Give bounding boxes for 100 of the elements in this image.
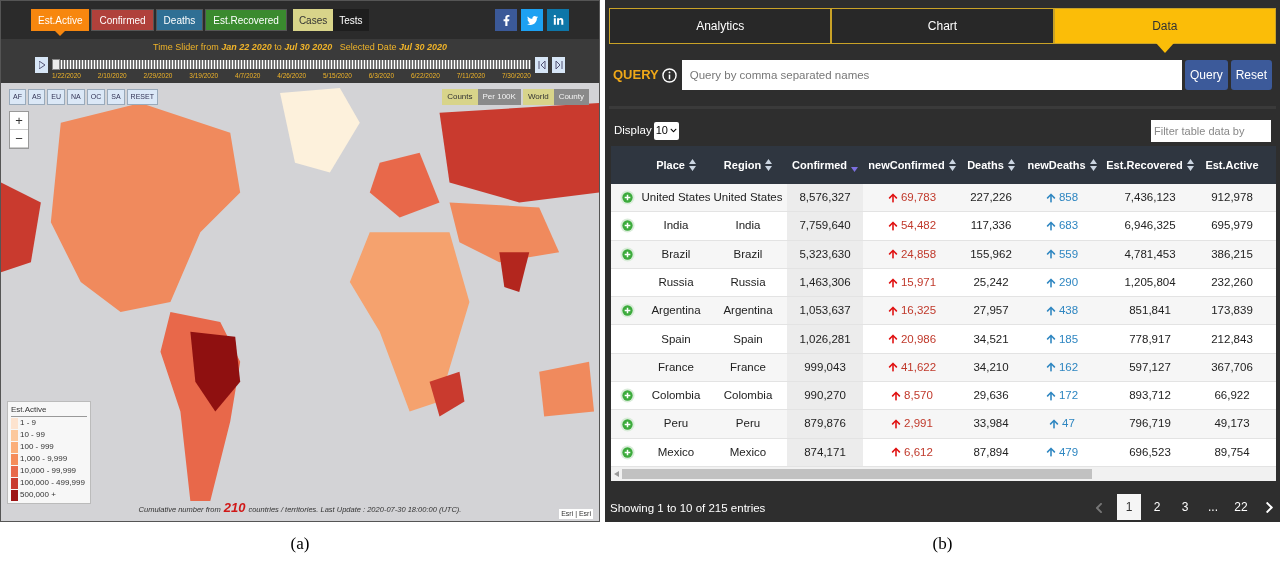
expand-icon[interactable] — [619, 303, 635, 319]
sort-icon[interactable] — [1089, 159, 1097, 171]
play-button[interactable] — [35, 56, 48, 73]
table-cell-text: 1,463,306 — [799, 274, 851, 290]
table-cell-text: 24,858 — [900, 246, 937, 262]
table-cell-text: 16,325 — [900, 303, 937, 319]
table-cell-text: 20,986 — [900, 331, 937, 347]
column-header[interactable]: Region — [723, 156, 762, 174]
toggle-option[interactable]: Counts — [442, 89, 478, 105]
table-cell-text: France — [658, 359, 694, 375]
page-button[interactable]: 1 — [1117, 494, 1141, 520]
column-header[interactable]: Est.Active — [1205, 156, 1259, 174]
table-cell-text: 172 — [1058, 388, 1079, 404]
step-back-icon — [537, 60, 546, 69]
table-cell-text: Brazil — [661, 246, 691, 262]
page-button[interactable]: ... — [1201, 494, 1225, 520]
query-button[interactable]: Query — [1184, 60, 1228, 90]
table-cell-text: India — [663, 218, 689, 234]
table-cell-text: 7,759,640 — [799, 218, 851, 234]
type-tab[interactable]: Tests — [333, 9, 369, 31]
column-header[interactable]: Confirmed — [792, 156, 847, 174]
facebook-icon[interactable] — [495, 9, 517, 31]
scrollbar-thumb[interactable] — [622, 468, 1092, 479]
up-arrow-icon — [1045, 390, 1056, 401]
step-forward-button[interactable] — [552, 56, 565, 73]
next-page-icon — [1263, 501, 1276, 514]
expand-icon[interactable] — [619, 388, 635, 404]
zoom-out-button[interactable]: − — [10, 130, 28, 148]
slider-handle[interactable] — [52, 58, 60, 70]
expand-icon[interactable] — [619, 416, 635, 432]
up-arrow-icon — [891, 447, 902, 458]
table-cell-text: 597,127 — [1129, 359, 1171, 375]
page-button[interactable]: 2 — [1145, 494, 1169, 520]
table-cell-text: 683 — [1058, 218, 1079, 234]
metric-tab[interactable]: Est.Recovered — [205, 9, 287, 31]
table-cell-text: 6,946,325 — [1124, 218, 1176, 234]
toggle-option[interactable]: World — [522, 89, 554, 105]
table-cell-text: 367,706 — [1211, 359, 1253, 375]
page-button[interactable]: 3 — [1173, 494, 1197, 520]
table-cell-text: 33,984 — [973, 416, 1009, 432]
query-button[interactable]: Reset — [1230, 60, 1272, 90]
type-tab[interactable]: Cases — [292, 9, 334, 31]
table-cell-text: 41,622 — [900, 359, 937, 375]
info-icon[interactable] — [661, 67, 677, 83]
sort-icon[interactable] — [948, 159, 956, 171]
sort-icon[interactable] — [1186, 159, 1194, 171]
table-cell-text: Peru — [663, 416, 689, 432]
time-slider[interactable] — [52, 59, 531, 69]
table-cell-text: 2,991 — [904, 416, 933, 432]
step-back-button[interactable] — [535, 56, 548, 73]
column-header[interactable]: newDeaths — [1027, 156, 1086, 174]
sort-icon[interactable] — [1007, 159, 1015, 171]
expand-icon[interactable] — [619, 218, 635, 234]
table-cell-text: 89,754 — [1214, 444, 1250, 460]
column-header[interactable]: Deaths — [967, 156, 1004, 174]
figure-caption: (a) — [290, 532, 310, 555]
table-cell-text: 874,171 — [804, 444, 846, 460]
sort-icon[interactable] — [688, 159, 696, 171]
twitter-icon[interactable] — [521, 9, 543, 31]
table-cell-text: 4,781,453 — [1124, 246, 1176, 262]
query-field[interactable]: Query by comma separated names — [681, 60, 1182, 90]
table-cell-text: 386,215 — [1211, 246, 1253, 262]
sort-icon[interactable] — [765, 159, 773, 171]
table-cell-text: Spain — [733, 331, 763, 347]
expand-icon[interactable] — [619, 190, 635, 206]
table-cell-text: 69,783 — [900, 190, 937, 205]
filter-field[interactable]: Filter table data by — [1151, 119, 1271, 142]
up-arrow-icon — [1045, 334, 1056, 345]
page-button[interactable]: 22 — [1229, 494, 1253, 520]
page-size-select[interactable]: 10 — [653, 121, 679, 140]
table-cell-text: Mexico — [729, 444, 767, 460]
table-cell-text: 117,336 — [970, 218, 1012, 234]
table-cell-text: 87,894 — [973, 444, 1009, 460]
slider-title: Time Slider from Jan 22 2020 to Jul 30 2020 Selected Date Jul 30 2020 — [153, 41, 447, 54]
table-cell-text: Mexico — [657, 444, 695, 460]
table-cell-text: 162 — [1058, 359, 1079, 375]
country-count: 210 — [223, 498, 246, 517]
step-forward-icon — [554, 60, 563, 69]
expand-icon[interactable] — [619, 444, 635, 460]
table-cell-text: 696,523 — [1129, 444, 1171, 460]
table-cell-text: 999,043 — [804, 359, 846, 375]
column-header[interactable]: Est.Recovered — [1106, 156, 1183, 174]
entries-summary: Showing 1 to 10 of 215 entries — [610, 500, 766, 516]
column-header[interactable]: Place — [656, 156, 685, 174]
table-cell-text: 54,482 — [900, 218, 937, 234]
linkedin-icon[interactable] — [547, 9, 569, 31]
metric-tab[interactable]: Deaths — [155, 9, 204, 31]
expand-icon[interactable] — [619, 246, 635, 262]
sort-descending-icon[interactable] — [851, 166, 858, 172]
panel-tab[interactable]: Analytics — [609, 8, 832, 44]
table-cell-text: Russia — [730, 274, 766, 290]
zoom-in-button[interactable]: + — [10, 112, 28, 130]
table-cell-text: 34,210 — [973, 359, 1009, 375]
panel-tab[interactable]: Chart — [831, 8, 1054, 44]
table-cell-text: 5,323,630 — [799, 246, 851, 262]
metric-tab[interactable]: Confirmed — [91, 9, 154, 31]
column-header[interactable]: newConfirmed — [868, 156, 945, 174]
table-cell-text: 438 — [1058, 303, 1079, 319]
table-cell-text: 1,026,281 — [799, 331, 851, 347]
legend-label: 100,000 - 499,999 — [20, 477, 85, 489]
